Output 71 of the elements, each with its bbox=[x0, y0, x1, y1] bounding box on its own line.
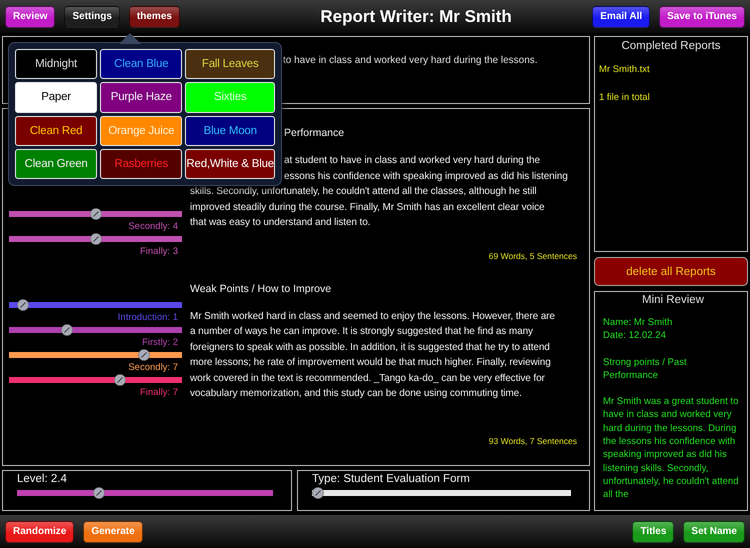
theme-name: Blue Moon bbox=[204, 124, 257, 137]
report-text-line: at student to have in class and worked very hard during the bbox=[284, 154, 540, 168]
theme-name: Paper bbox=[41, 91, 71, 104]
theme-swatch[interactable]: Red,White & Blue bbox=[185, 148, 275, 179]
slider-thumb[interactable] bbox=[138, 348, 150, 360]
report-file-item: 1 file in total bbox=[599, 92, 651, 103]
theme-swatch[interactable]: Paper bbox=[15, 82, 98, 112]
theme-name: Sixties bbox=[214, 91, 246, 104]
theme-name: Fall Leaves bbox=[202, 58, 259, 70]
panel-title: Completed Reports bbox=[621, 40, 721, 52]
window-title: Report Writer: Mr Smith bbox=[320, 6, 512, 26]
section-heading: Weak Points / How to Improve bbox=[190, 282, 332, 294]
slider-thumb[interactable] bbox=[90, 208, 102, 220]
section-heading: Performance bbox=[284, 127, 344, 139]
report-text-line: vocabulary memorization, and this study can be done using commuting time. bbox=[190, 387, 522, 401]
slider-thumb[interactable] bbox=[60, 324, 73, 336]
slider-label: Finally: 7 bbox=[140, 386, 178, 398]
theme-swatch[interactable]: Clean Red bbox=[15, 116, 98, 146]
report-text-line: improved steadily during the course. Finally, Mr Smith has an excellent clear voice bbox=[190, 200, 544, 214]
theme-name: Clean Green bbox=[24, 158, 88, 170]
toolbar-button[interactable]: Review bbox=[5, 6, 56, 28]
theme-name: Red,White & Blue bbox=[186, 158, 274, 170]
delete-reports-button[interactable]: delete all Reports bbox=[594, 257, 748, 286]
theme-swatch[interactable]: Blue Moon bbox=[185, 116, 275, 146]
slider-thumb[interactable] bbox=[90, 233, 102, 245]
preview-text: to have in class and worked very hard during the lessons. bbox=[283, 55, 539, 66]
toolbar-button[interactable]: Save to iTunes bbox=[659, 6, 745, 28]
report-text-line: more lessons; he rate of improvement would be that much higher. Finally, reviewing bbox=[190, 356, 551, 370]
action-button[interactable]: Titles bbox=[632, 520, 674, 542]
level-label: Level: 2.4 bbox=[17, 473, 68, 485]
review-text: Mr Smith was a great student to have in class and worked very hard during the lessons. During the lessons his confidence with speaking improved as did his listening skills. Secondly, unfortunately, he couldn't attend all the bbox=[603, 395, 740, 502]
toolbar-button[interactable]: themes bbox=[128, 6, 180, 28]
panel-title: Mini Review bbox=[642, 294, 704, 306]
toolbar-button[interactable]: Email All bbox=[592, 6, 650, 28]
slider-thumb[interactable] bbox=[92, 487, 105, 499]
slider-label: Introduction: 1 bbox=[118, 312, 178, 322]
slider-thumb[interactable] bbox=[312, 487, 324, 499]
theme-name: Clean Red bbox=[30, 124, 82, 137]
report-text-line: essons his confidence with speaking improved as did his listening bbox=[284, 170, 568, 184]
slider-thumb[interactable] bbox=[114, 374, 126, 386]
theme-name: Purple Haze bbox=[110, 91, 172, 104]
report-text-line: work covered in the text is recommended. _Tango ka-do_ can be very effective for bbox=[190, 372, 545, 386]
type-label: Type: Student Evaluation Form bbox=[312, 473, 471, 485]
slider-label: Finally: 3 bbox=[140, 246, 178, 257]
theme-swatch[interactable]: Purple Haze bbox=[100, 82, 182, 112]
slider-label: Secondly: 7 bbox=[128, 362, 178, 372]
report-text-line: that was easy to understand and listen to. bbox=[190, 216, 370, 230]
theme-name: Clean Blue bbox=[114, 58, 168, 70]
slider-thumb[interactable] bbox=[17, 298, 30, 310]
review-text: Name: Mr Smith Date: 12.02.24 bbox=[603, 316, 674, 343]
report-text-line: skills. Secondly, unfortunately, he couldn't attend all the classes, although he still bbox=[190, 185, 536, 199]
slider-label: Secondly: 4 bbox=[128, 221, 178, 232]
theme-swatch[interactable]: Fall Leaves bbox=[185, 49, 275, 80]
theme-swatch[interactable]: Clean Green bbox=[15, 148, 98, 179]
theme-name: Midnight bbox=[35, 58, 78, 70]
theme-swatch[interactable]: Clean Blue bbox=[100, 49, 182, 80]
report-text-line: Mr Smith worked hard in class and seemed to enjoy the lessons. However, there are bbox=[190, 310, 555, 324]
toolbar-button[interactable]: Settings bbox=[64, 6, 120, 28]
action-button[interactable]: Randomize bbox=[5, 520, 74, 542]
report-file-item[interactable]: Mr Smith.txt bbox=[599, 64, 743, 75]
review-text: Strong points / Past Performance bbox=[603, 356, 688, 382]
word-count: 69 Words, 5 Sentences bbox=[488, 250, 577, 260]
theme-swatch[interactable]: Midnight bbox=[15, 49, 98, 80]
word-count: 93 Words, 7 Sentences bbox=[488, 436, 577, 446]
theme-name: Rasberries bbox=[114, 158, 168, 170]
report-text-line: foreigners to speak with as possible. In addition, it is suggested that he try to attend bbox=[190, 340, 550, 354]
theme-name: Orange Juice bbox=[108, 124, 174, 137]
theme-swatch[interactable]: Rasberries bbox=[100, 148, 182, 179]
slider-label: Firstly: 2 bbox=[142, 336, 178, 348]
action-button[interactable]: Set Name bbox=[683, 520, 745, 542]
report-text-line: a number of ways he can improve. It is strongly suggested that he find as many bbox=[190, 325, 533, 339]
